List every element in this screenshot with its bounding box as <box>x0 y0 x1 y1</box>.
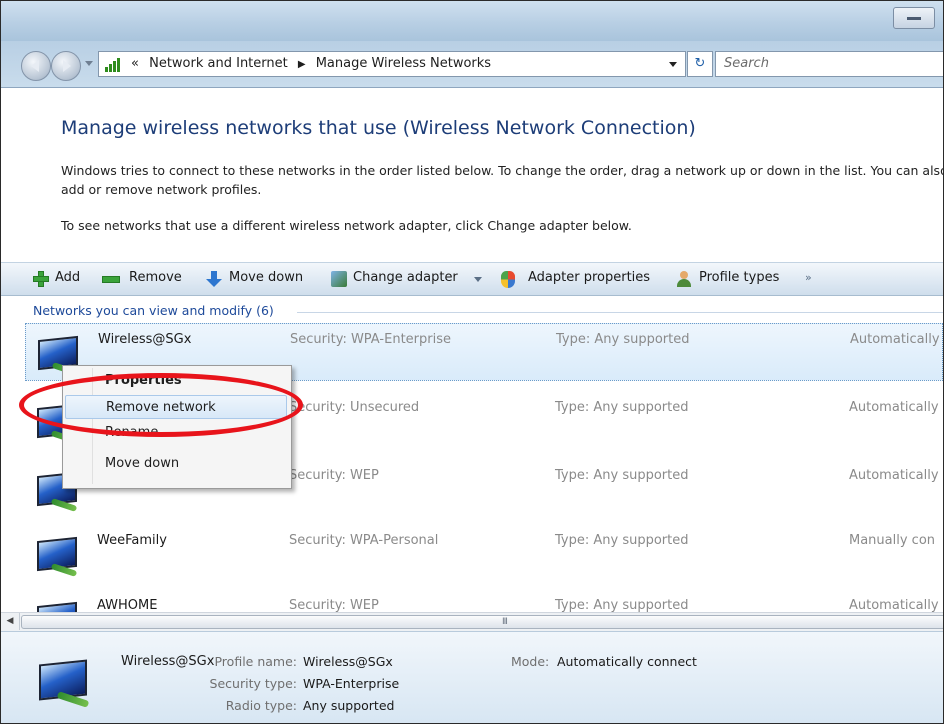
radio-type-value: Any supported <box>303 698 395 713</box>
highlight-ellipse-annotation <box>19 373 303 437</box>
minimize-icon <box>907 17 921 20</box>
move-down-button[interactable]: Move down <box>229 270 303 285</box>
breadcrumb-manage-wireless-networks[interactable]: Manage Wireless Networks <box>316 56 491 71</box>
toolbar-overflow-button[interactable]: » <box>805 271 812 284</box>
address-bar[interactable]: « Network and Internet ▶ Manage Wireless… <box>98 51 686 77</box>
network-security: Security: Unsecured <box>289 400 420 415</box>
minimize-button[interactable] <box>893 7 935 29</box>
breadcrumb-separator-icon[interactable]: ▶ <box>298 59 306 70</box>
network-type: Type: Any supported <box>555 400 689 415</box>
command-toolbar: Add Remove Move down Change adapter Adap… <box>1 262 943 296</box>
refresh-button[interactable]: ↻ <box>687 51 713 77</box>
change-adapter-dropdown-icon[interactable] <box>474 277 482 282</box>
change-adapter-button[interactable]: Change adapter <box>353 270 458 285</box>
network-row[interactable]: AWHOME Security: WEP Type: Any supported… <box>25 590 943 612</box>
details-pane: Wireless@SGx Profile name: Wireless@SGx … <box>1 631 943 723</box>
network-name: WeeFamily <box>97 533 167 548</box>
wireless-network-icon <box>37 654 93 708</box>
navigation-bar: « Network and Internet ▶ Manage Wireless… <box>1 41 943 88</box>
network-security: Security: WPA-Enterprise <box>290 332 451 347</box>
page-title: Manage wireless networks that use (Wirel… <box>61 117 696 139</box>
network-security: Security: WEP <box>289 598 379 612</box>
network-name: AWHOME <box>97 598 158 612</box>
group-divider <box>297 312 943 313</box>
breadcrumb-overflow[interactable]: « <box>131 56 139 71</box>
change-adapter-icon[interactable] <box>331 271 347 287</box>
network-signal-icon <box>105 56 123 72</box>
remove-icon[interactable] <box>102 276 120 283</box>
network-mode: Automatically <box>850 332 940 347</box>
radio-type-label: Radio type: <box>225 698 297 713</box>
network-name: Wireless@SGx <box>98 332 192 347</box>
mode-label: Mode: <box>511 654 550 669</box>
network-row[interactable]: WeeFamily Security: WPA-Personal Type: A… <box>25 525 943 583</box>
scroll-thumb[interactable]: III <box>21 615 943 629</box>
window: « Network and Internet ▶ Manage Wireless… <box>0 0 944 724</box>
menu-item-move-down[interactable]: Move down <box>65 452 287 476</box>
remove-button[interactable]: Remove <box>129 270 182 285</box>
recent-pages-dropdown-icon[interactable] <box>85 61 93 66</box>
wireless-network-icon <box>35 533 81 577</box>
wireless-network-icon <box>35 598 81 612</box>
scroll-left-icon[interactable]: ◀ <box>1 613 20 630</box>
network-type: Type: Any supported <box>555 598 689 612</box>
forward-button[interactable] <box>51 51 81 81</box>
title-bar <box>1 1 943 41</box>
shield-icon[interactable] <box>501 271 515 288</box>
profile-name-label: Profile name: <box>214 654 297 669</box>
network-security: Security: WEP <box>289 468 379 483</box>
network-type: Type: Any supported <box>556 332 690 347</box>
breadcrumb: « Network and Internet ▶ Manage Wireless… <box>131 56 491 71</box>
security-type-value: WPA-Enterprise <box>303 676 400 691</box>
network-mode: Automatically <box>849 468 939 483</box>
network-security: Security: WPA-Personal <box>289 533 439 548</box>
mode-value: Automatically connect <box>557 654 697 669</box>
page-description: Windows tries to connect to these networ… <box>61 163 944 197</box>
address-dropdown-icon[interactable] <box>669 62 677 67</box>
profile-name-value: Wireless@SGx <box>303 654 393 669</box>
network-mode: Automatically <box>849 400 939 415</box>
add-icon[interactable] <box>33 271 49 287</box>
add-button[interactable]: Add <box>55 270 80 285</box>
security-type-label: Security type: <box>209 676 297 691</box>
breadcrumb-network-and-internet[interactable]: Network and Internet <box>149 56 288 71</box>
adapter-hint: To see networks that use a different wir… <box>61 218 632 233</box>
scroll-grip: III <box>502 617 508 627</box>
horizontal-scrollbar[interactable]: ◀ III <box>1 612 943 631</box>
search-input[interactable]: Search <box>715 51 943 77</box>
network-type: Type: Any supported <box>555 533 689 548</box>
adapter-properties-button[interactable]: Adapter properties <box>528 270 650 285</box>
move-down-icon[interactable] <box>206 271 222 287</box>
back-button[interactable] <box>21 51 51 81</box>
profile-types-button[interactable]: Profile types <box>699 270 779 285</box>
search-placeholder: Search <box>724 56 769 71</box>
network-mode: Manually con <box>849 533 936 548</box>
network-type: Type: Any supported <box>555 468 689 483</box>
group-header[interactable]: Networks you can view and modify (6) <box>33 303 274 318</box>
network-mode: Automatically <box>849 598 939 612</box>
profile-types-icon[interactable] <box>676 271 692 287</box>
